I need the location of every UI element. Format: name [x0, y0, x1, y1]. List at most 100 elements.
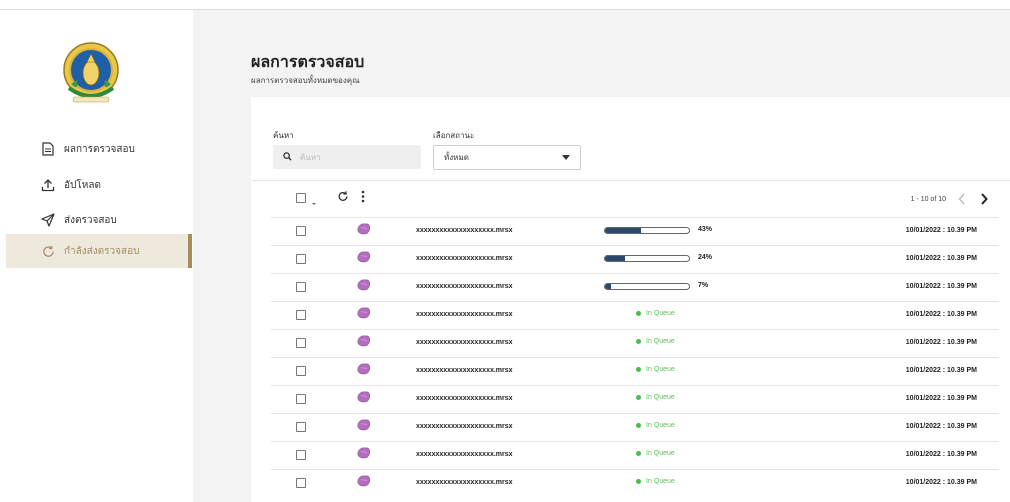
row-checkbox[interactable] [296, 450, 306, 460]
row-date: 10/01/2022 : 10.39 PM [905, 451, 977, 458]
file-name: xxxxxxxxxxxxxxxxxxxx.mrsx [416, 451, 513, 458]
row-checkbox[interactable] [296, 310, 306, 320]
table-row[interactable]: xxxxxxxxxxxxxxxxxxxx.mrsx In Queue 10/01/2… [271, 469, 999, 497]
page-subtitle: ผลการตรวจสอบทั้งหมดของคุณ [251, 76, 360, 85]
queue-status-label: In Queue [646, 310, 675, 317]
row-checkbox[interactable] [296, 366, 306, 376]
table-row[interactable]: xxxxxxxxxxxxxxxxxxxx.mrsx In Queue 10/01/2… [271, 357, 999, 385]
progress-percent: 43% [698, 226, 713, 233]
tissue-thumbnail [356, 222, 372, 236]
row-date: 10/01/2022 : 10.39 PM [905, 311, 977, 318]
status-select-value: ทั้งหมด [444, 153, 469, 162]
send-icon [41, 213, 55, 227]
progress-fill [605, 228, 642, 233]
status-label: เลือกสถานะ [433, 131, 475, 140]
page-title: ผลการตรวจสอบ [251, 54, 365, 71]
row-checkbox[interactable] [296, 226, 306, 236]
table-row[interactable]: xxxxxxxxxxxxxxxxxxxx.mrsx In Queue 10/01/2… [271, 413, 999, 441]
tissue-thumbnail [356, 474, 372, 488]
queue-status-label: In Queue [646, 422, 675, 429]
chevron-left-icon[interactable] [956, 193, 968, 205]
table-row[interactable]: xxxxxxxxxxxxxxxxxxxx.mrsx In Queue 10/01/2… [271, 385, 999, 413]
status-dot-icon [636, 367, 641, 372]
progress-percent: 7% [698, 282, 709, 289]
queue-status: In Queue [636, 366, 675, 373]
queue-status-label: In Queue [646, 366, 675, 373]
queue-status: In Queue [636, 394, 675, 401]
file-name: xxxxxxxxxxxxxxxxxxxx.mrsx [416, 311, 513, 318]
status-dot-icon [636, 339, 641, 344]
row-date: 10/01/2022 : 10.39 PM [905, 423, 977, 430]
file-name: xxxxxxxxxxxxxxxxxxxx.mrsx [416, 255, 513, 262]
status-select[interactable]: ทั้งหมด [433, 145, 581, 170]
sidebar-item-results[interactable]: ผลการตรวจสอบ [6, 132, 192, 166]
row-checkbox[interactable] [296, 422, 306, 432]
tissue-thumbnail [356, 278, 372, 292]
tissue-thumbnail [356, 418, 372, 432]
row-date: 10/01/2022 : 10.39 PM [905, 479, 977, 486]
tissue-thumbnail [356, 250, 372, 264]
sidebar-item-sending[interactable]: กำลังส่งตรวจสอบ [6, 234, 192, 268]
table-row[interactable]: xxxxxxxxxxxxxxxxxxxx.mrsx 43% 10/01/2022 :… [271, 217, 999, 245]
pagination-text: 1 - 10 of 10 [910, 195, 946, 203]
file-name: xxxxxxxxxxxxxxxxxxxx.mrsx [416, 283, 513, 290]
queue-status: In Queue [636, 338, 675, 345]
results-list: xxxxxxxxxxxxxxxxxxxx.mrsx 43% 10/01/2022 :… [271, 217, 999, 497]
progress-fill [605, 284, 611, 289]
queue-status-label: In Queue [646, 394, 675, 401]
row-date: 10/01/2022 : 10.39 PM [905, 395, 977, 402]
queue-status: In Queue [636, 310, 675, 317]
table-row[interactable]: xxxxxxxxxxxxxxxxxxxx.mrsx In Queue 10/01/2… [271, 301, 999, 329]
main-content: ผลการตรวจสอบ ผลการตรวจสอบทั้งหมดของคุณ ค… [193, 10, 1010, 502]
file-name: xxxxxxxxxxxxxxxxxxxx.mrsx [416, 423, 513, 430]
caret-down-icon [562, 155, 570, 160]
table-row[interactable]: xxxxxxxxxxxxxxxxxxxx.mrsx In Queue 10/01/2… [271, 441, 999, 469]
queue-status: In Queue [636, 450, 675, 457]
status-dot-icon [636, 479, 641, 484]
sidebar-item-send[interactable]: ส่งตรวจสอบ [6, 203, 192, 237]
file-name: xxxxxxxxxxxxxxxxxxxx.mrsx [416, 367, 513, 374]
sidebar-item-upload[interactable]: อัปโหลด [6, 168, 192, 202]
sidebar-item-label: กำลังส่งตรวจสอบ [64, 245, 140, 257]
row-checkbox[interactable] [296, 478, 306, 488]
select-menu-caret-icon[interactable] [311, 194, 317, 212]
select-all-checkbox[interactable] [296, 193, 306, 203]
progress-bar [604, 227, 690, 234]
file-name: xxxxxxxxxxxxxxxxxxxx.mrsx [416, 479, 513, 486]
queue-status: In Queue [636, 422, 675, 429]
row-date: 10/01/2022 : 10.39 PM [905, 367, 977, 374]
status-dot-icon [636, 451, 641, 456]
table-row[interactable]: xxxxxxxxxxxxxxxxxxxx.mrsx In Queue 10/01/2… [271, 329, 999, 357]
table-row[interactable]: xxxxxxxxxxxxxxxxxxxx.mrsx 7% 10/01/2022 : … [271, 273, 999, 301]
tissue-thumbnail [356, 306, 372, 320]
row-checkbox[interactable] [296, 254, 306, 264]
file-name: xxxxxxxxxxxxxxxxxxxx.mrsx [416, 227, 513, 234]
progress-bar [604, 283, 690, 290]
row-date: 10/01/2022 : 10.39 PM [905, 255, 977, 262]
search-icon [283, 148, 292, 166]
row-date: 10/01/2022 : 10.39 PM [905, 283, 977, 290]
search-input[interactable]: ค้นหา [273, 145, 421, 169]
search-label: ค้นหา [273, 131, 294, 140]
sidebar-item-label: อัปโหลด [64, 179, 101, 191]
chevron-right-icon[interactable] [978, 193, 990, 205]
refresh-icon [41, 244, 55, 258]
file-name: xxxxxxxxxxxxxxxxxxxx.mrsx [416, 395, 513, 402]
progress-bar [604, 255, 690, 262]
row-checkbox[interactable] [296, 394, 306, 404]
row-checkbox[interactable] [296, 282, 306, 292]
status-dot-icon [636, 395, 641, 400]
table-row[interactable]: xxxxxxxxxxxxxxxxxxxx.mrsx 24% 10/01/2022 :… [271, 245, 999, 273]
status-dot-icon [636, 423, 641, 428]
sidebar-item-label: ส่งตรวจสอบ [64, 214, 117, 226]
institution-seal-logo [57, 40, 125, 108]
results-card: ค้นหา ค้นหา เลือกสถานะ ทั้งหมด 1 - 10 of… [251, 97, 1010, 502]
refresh-icon[interactable] [337, 190, 349, 208]
search-placeholder: ค้นหา [300, 152, 321, 162]
tissue-thumbnail [356, 334, 372, 348]
queue-status-label: In Queue [646, 478, 675, 485]
row-checkbox[interactable] [296, 338, 306, 348]
row-date: 10/01/2022 : 10.39 PM [905, 227, 977, 234]
more-options-icon[interactable] [361, 190, 365, 208]
status-dot-icon [636, 311, 641, 316]
